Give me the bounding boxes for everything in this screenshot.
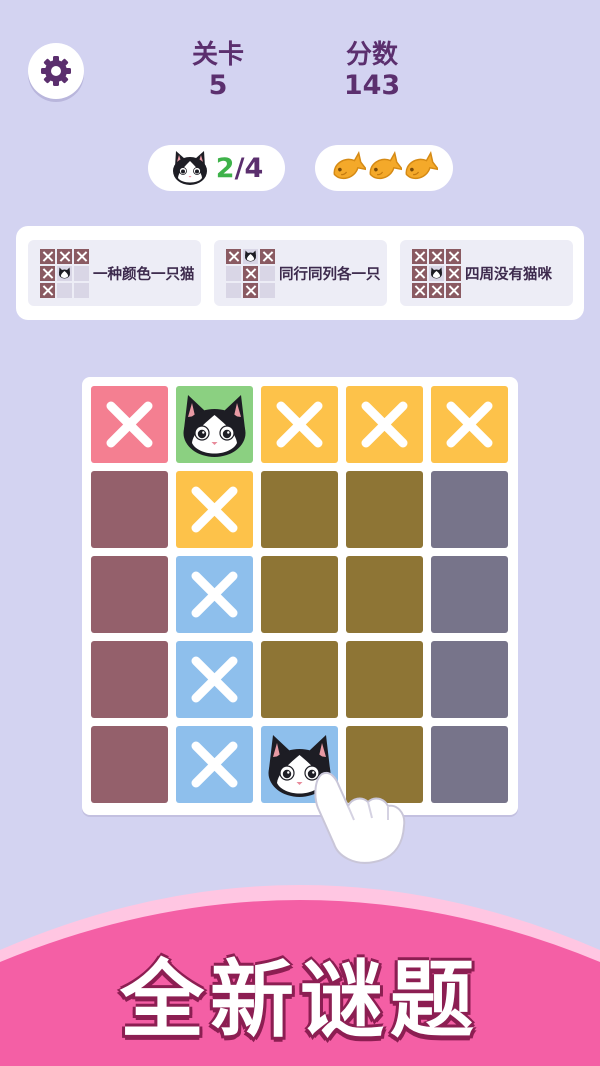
banner-title: 全新谜题 [119,951,480,1049]
banner-shape [0,885,600,1066]
